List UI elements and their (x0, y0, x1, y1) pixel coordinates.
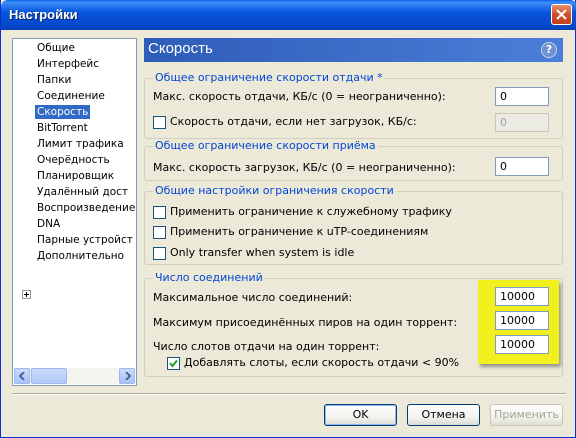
help-icon[interactable]: ? (541, 42, 557, 58)
arrow-right-icon (125, 372, 131, 380)
scroll-thumb[interactable] (31, 368, 67, 384)
upload-slots-input[interactable]: 10000 (495, 335, 549, 354)
tree-horizontal-scrollbar[interactable] (14, 368, 135, 384)
tree-item-bittorrent[interactable]: BitTorrent (37, 121, 88, 135)
max-download-label: Макс. скорость загрузок, КБ/с (0 = неогр… (153, 161, 456, 174)
upload-slots-label: Число слотов отдачи на один торрент: (153, 340, 380, 353)
close-button[interactable] (551, 4, 572, 25)
tree-item-remote[interactable]: Удалённый дост (37, 185, 128, 199)
settings-tree[interactable]: Общие Интерфейс Папки Соединение Скорост… (12, 38, 137, 386)
window-title: Настройки (9, 7, 78, 22)
no-download-upload-input[interactable]: 0 (495, 113, 549, 132)
close-icon (556, 9, 567, 20)
limit-utp-label: Применить ограничение к uTP-соединениям (170, 225, 429, 238)
max-peers-input[interactable]: 10000 (495, 311, 549, 330)
tree-item-general[interactable]: Общие (37, 41, 75, 55)
arrow-left-icon (19, 372, 25, 380)
limit-utp-checkbox[interactable] (153, 226, 166, 239)
tree-item-playback[interactable]: Воспроизведение (37, 201, 135, 215)
idle-only-label: Only transfer when system is idle (170, 246, 355, 259)
max-peers-label: Максимум присоединённых пиров на один то… (153, 316, 458, 329)
checkmark-icon (169, 359, 178, 368)
page-title: Скорость (148, 40, 213, 57)
limit-overhead-label: Применить ограничение к служебному трафи… (170, 205, 452, 218)
connections-legend: Число соединений (153, 271, 265, 284)
max-connections-input[interactable]: 10000 (495, 287, 549, 306)
upload-limit-legend: Общее ограничение скорости отдачи * (153, 71, 385, 84)
scroll-right-button[interactable] (119, 368, 135, 384)
cancel-button[interactable]: Отмена (407, 404, 480, 426)
download-limit-group: Общее ограничение скорости приёма Макс. … (144, 139, 563, 181)
no-download-upload-label: Скорость отдачи, если нет загрузок, КБ/с… (170, 115, 417, 128)
tree-item-connection[interactable]: Соединение (37, 89, 105, 103)
upload-limit-group: Общее ограничение скорости отдачи * Макс… (144, 71, 563, 139)
settings-window: Настройки Общие Интерфейс Папки Соединен… (0, 0, 576, 438)
tree-item-dna[interactable]: DNA (37, 217, 60, 231)
panel-header: Скорость ? (144, 38, 563, 62)
tree-item-folders[interactable]: Папки (37, 73, 71, 87)
download-limit-legend: Общее ограничение скорости приёма (153, 139, 378, 152)
max-download-input[interactable]: 0 (495, 157, 549, 176)
general-limit-legend: Общие настройки ограничения скорости (153, 184, 396, 197)
tree-item-interface[interactable]: Интерфейс (37, 57, 99, 71)
limit-overhead-checkbox[interactable] (153, 206, 166, 219)
max-connections-label: Максимальное число соединений: (153, 291, 353, 304)
tree-item-speed[interactable]: Скорость (35, 105, 91, 119)
add-slots-label: Добавлять слоты, если скорость отдачи < … (184, 356, 460, 369)
general-limit-group: Общие настройки ограничения скорости При… (144, 184, 563, 265)
title-bar[interactable]: Настройки (1, 0, 576, 30)
apply-button[interactable]: Применить (490, 404, 563, 426)
tree-item-advanced[interactable]: Дополнительно (37, 249, 124, 263)
ok-button[interactable]: OK (324, 404, 397, 426)
scroll-left-button[interactable] (14, 368, 30, 384)
add-slots-checkbox[interactable] (167, 357, 180, 370)
max-upload-input[interactable]: 0 (495, 87, 549, 106)
tree-item-scheduler[interactable]: Планировщик (37, 169, 114, 183)
no-download-upload-checkbox[interactable] (153, 116, 166, 129)
tree-item-paired-devices[interactable]: Парные устройст (37, 233, 133, 247)
max-upload-label: Макс. скорость отдачи, КБ/с (0 = неогран… (153, 90, 446, 103)
button-separator (12, 393, 566, 395)
tree-item-traffic-limit[interactable]: Лимит трафика (37, 137, 124, 151)
tree-item-queue[interactable]: Очерёдность (37, 153, 110, 167)
tree-expand-icon[interactable] (22, 290, 31, 299)
idle-only-checkbox[interactable] (153, 247, 166, 260)
